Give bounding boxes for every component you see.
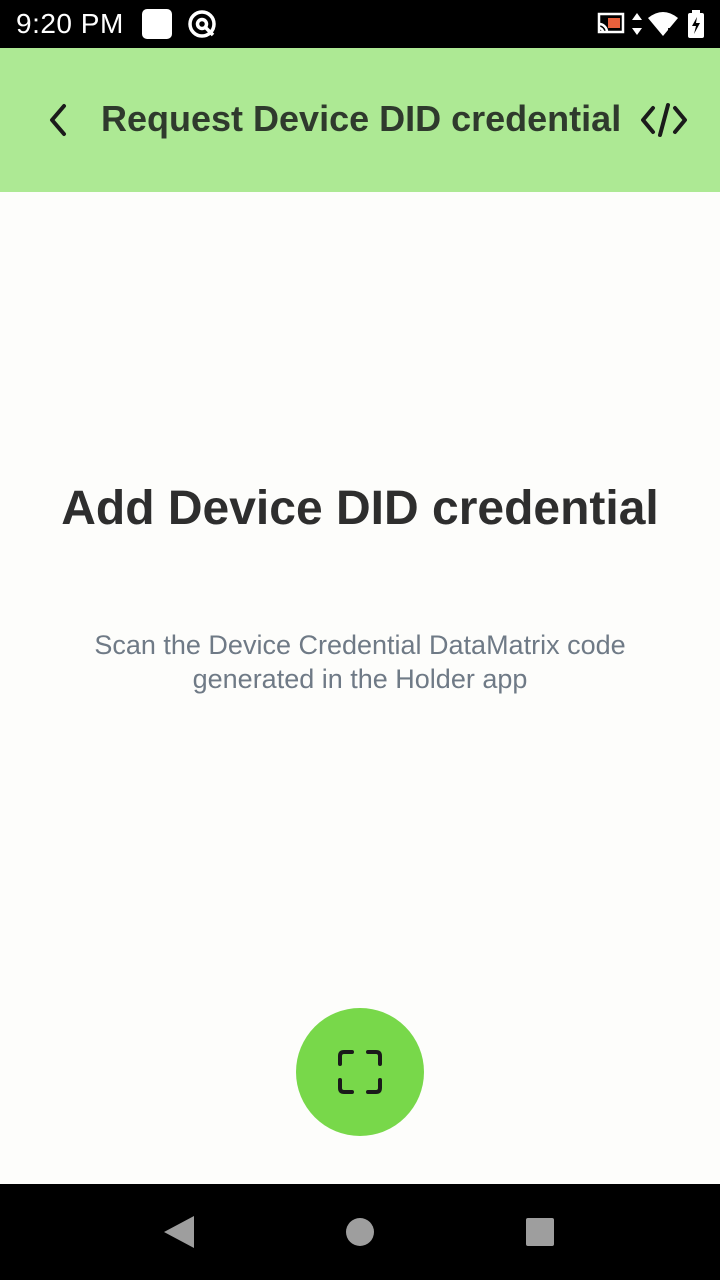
- status-bar: 9:20 PM 5: [0, 0, 720, 48]
- view-code-button[interactable]: [636, 96, 692, 144]
- page-title: Request Device DID credential: [101, 98, 622, 139]
- scan-frame-icon: [338, 1050, 382, 1094]
- square-notification-icon: [142, 9, 172, 39]
- app-bar: Request Device DID credential: [0, 48, 720, 192]
- back-button[interactable]: [36, 96, 80, 144]
- main-heading: Add Device DID credential: [61, 482, 659, 535]
- svg-text:5: 5: [667, 27, 673, 38]
- nav-bar: [0, 1184, 720, 1280]
- code-icon: [641, 103, 687, 137]
- battery-charging-icon: [686, 8, 706, 40]
- wifi-icon: 5: [646, 8, 680, 40]
- main-description: Scan the Device Credential DataMatrix co…: [94, 630, 626, 694]
- data-arrows-icon: [630, 8, 644, 40]
- scan-button[interactable]: [296, 1008, 424, 1136]
- chevron-left-icon: [50, 104, 66, 136]
- recents-square-icon[interactable]: [524, 1216, 556, 1253]
- back-triangle-icon[interactable]: [162, 1214, 196, 1255]
- status-time: 9:20 PM: [16, 8, 124, 39]
- at-sign-icon: [186, 8, 218, 40]
- cast-icon: [596, 8, 626, 40]
- home-circle-icon[interactable]: [344, 1216, 376, 1253]
